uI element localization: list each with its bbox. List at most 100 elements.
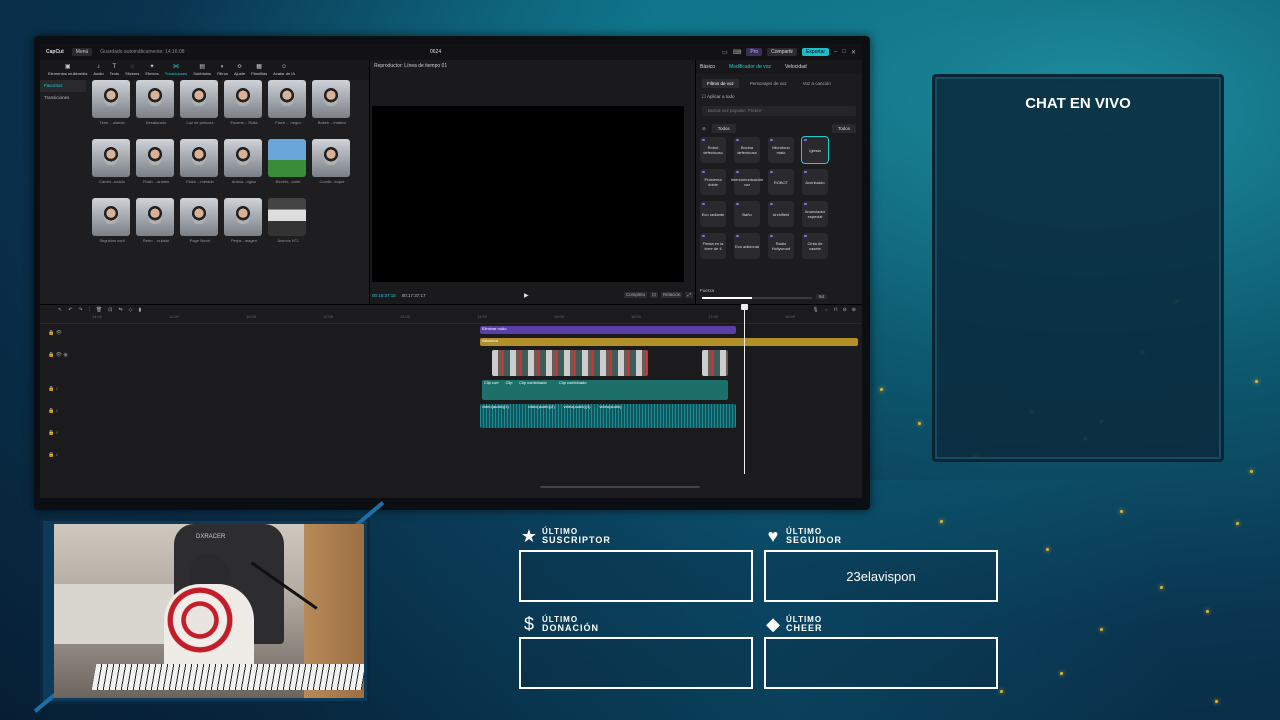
subtab-voice-characters[interactable]: Personajes de voz	[745, 79, 792, 88]
intensity-value[interactable]: 54	[816, 294, 828, 299]
effect-clip[interactable]: Eliminar ruido	[480, 326, 736, 334]
video-clip[interactable]	[492, 350, 648, 376]
voice-filter-item[interactable]: ROBOT	[768, 169, 794, 195]
media-tab[interactable]: ▦ Plantillas	[251, 64, 267, 76]
voice-filter-item[interactable]: Fiesta en la torre de 4	[700, 233, 726, 259]
crop-icon[interactable]: ⊡	[650, 292, 658, 298]
mirror-icon[interactable]: ⇋	[118, 307, 122, 313]
slider-track[interactable]	[702, 297, 812, 299]
marker-icon[interactable]: ▮	[139, 307, 142, 313]
voice-filter-item[interactable]: Robot defectuoso	[700, 137, 726, 163]
media-tab[interactable]: ♪ Audio	[93, 64, 103, 76]
media-tab[interactable]: ◐ Filtros	[217, 64, 228, 76]
magnet-icon[interactable]: ⊓	[834, 307, 838, 313]
voice-filter-item[interactable]: Micrófono malo	[768, 137, 794, 163]
track-lock-icon[interactable]: 🔒 👁	[48, 330, 62, 336]
media-tab[interactable]: ≎ Ajuste	[234, 64, 245, 76]
voice-filter-item[interactable]: Radio Hollywood	[768, 233, 794, 259]
zoom-in-icon[interactable]: ⊕	[852, 307, 856, 313]
transition-item[interactable]: Flash ...anales	[136, 139, 176, 184]
tab-speed[interactable]: Velocidad	[785, 64, 807, 70]
voice-filter-item[interactable]: Acentuado	[802, 169, 828, 195]
media-tab[interactable]: ◌ Stickers	[125, 64, 139, 76]
subtab-voice-to-song[interactable]: Voz a canción	[798, 79, 836, 88]
media-tab[interactable]: ✦ Efectos	[145, 64, 158, 76]
transition-item[interactable]: Luz de película	[180, 80, 220, 125]
transition-item[interactable]: Combi...toque	[312, 139, 352, 184]
voice-search-input[interactable]: Busca voz popular: 'Fiebre'	[702, 106, 856, 116]
undo-icon[interactable]: ↶	[68, 307, 72, 313]
media-tab[interactable]: ▤ Subtítulos	[193, 64, 211, 76]
voice-filter-item[interactable]: Archifield	[768, 201, 794, 227]
redo-icon[interactable]: ↷	[78, 307, 82, 313]
maximize-icon[interactable]: □	[842, 49, 846, 55]
subtab-voice-filters[interactable]: Filtros de voz	[702, 79, 739, 88]
transition-item[interactable]: Perps...magen	[224, 198, 264, 243]
transition-item[interactable]: Retro ...nulado	[136, 198, 176, 243]
media-tab[interactable]: ▣ Elementos multimedia	[48, 64, 87, 76]
audio-effect-clip[interactable]: Alfombra	[480, 338, 858, 346]
zoom-out-icon[interactable]: ⊖	[843, 307, 847, 313]
transition-item[interactable]: Escene... Rolla	[224, 80, 264, 125]
voice-filter-item[interactable]: Eco adicional	[734, 233, 760, 259]
filter-dropdown[interactable]: Todos	[831, 124, 856, 133]
tab-basic[interactable]: Básico	[700, 64, 715, 70]
track-lock-icon[interactable]: 🔒 👁 ◉	[48, 352, 68, 358]
media-left-item[interactable]: Transiciones	[40, 92, 86, 104]
transition-item[interactable]: Ánimos N°2	[268, 198, 308, 243]
player-screen[interactable]	[372, 106, 684, 282]
pro-button[interactable]: Pro	[746, 48, 763, 56]
voice-filter-item[interactable]: Iglesia	[801, 136, 829, 164]
delete-icon[interactable]: 🗑	[96, 307, 102, 313]
link-icon[interactable]: ⇔	[824, 307, 829, 313]
intensity-slider[interactable]: Fuerza 54	[700, 288, 858, 302]
microphone-icon[interactable]: 🎙	[812, 307, 818, 313]
layout-icon[interactable]: ▭	[722, 49, 728, 56]
full-quality-button[interactable]: Completo	[623, 292, 648, 298]
transition-item[interactable]: Desaturado	[136, 80, 176, 125]
transition-item[interactable]: Tirón ...ulando	[92, 80, 132, 125]
keyboard-icon[interactable]: ⌨	[733, 49, 742, 56]
minimize-icon[interactable]: –	[834, 49, 837, 55]
transition-item[interactable]: Anima...ógico	[224, 139, 264, 184]
tab-voice-modifier[interactable]: Modificador de voz	[729, 64, 771, 70]
play-icon[interactable]: ▶	[524, 292, 529, 299]
transition-item[interactable]: Flash ... negro	[268, 80, 308, 125]
voice-filter-item[interactable]: Baño	[734, 201, 760, 227]
track-mute-icon[interactable]: 🔒 ♪	[48, 452, 58, 458]
ratio-button[interactable]: Relación	[660, 292, 683, 298]
shape-icon[interactable]: ◇	[129, 307, 133, 313]
voice-filter-item[interactable]: Cinta de casete	[802, 233, 828, 259]
menu-button[interactable]: Menú	[71, 48, 93, 56]
crop-tool-icon[interactable]: ⊡	[108, 307, 112, 313]
transition-item[interactable]: Cambi...ozado	[92, 139, 132, 184]
none-icon[interactable]: ⊘	[702, 126, 706, 132]
select-tool-icon[interactable]: ↖	[58, 307, 62, 313]
transition-item[interactable]: Revelo...corte	[268, 139, 308, 184]
media-tab[interactable]: ⋈ Transiciones	[165, 64, 188, 76]
transition-item[interactable]: Page Novel	[180, 198, 220, 243]
transition-item[interactable]: Seguidos corti	[92, 198, 132, 243]
share-button[interactable]: Compartir	[767, 48, 798, 56]
voice-filter-item[interactable]: Problema doble	[700, 169, 726, 195]
video-clip[interactable]	[702, 350, 728, 376]
track-mute-icon[interactable]: 🔒 ♪	[48, 408, 58, 414]
voice-filter-item[interactable]: Anunciador especial	[802, 201, 828, 227]
combined-clip-track[interactable]: Clip corr Clip Clip combinado Clip combi…	[482, 380, 728, 400]
track-mute-icon[interactable]: 🔒 ♪	[48, 386, 58, 392]
playhead[interactable]	[741, 304, 748, 474]
export-button[interactable]: Exportar	[802, 48, 829, 56]
voice-filter-item[interactable]: Eco radiante	[700, 201, 726, 227]
voice-filter-item[interactable]: Intercomunicación voz	[731, 169, 763, 195]
media-tab[interactable]: T Texto	[110, 64, 120, 76]
transition-item[interactable]: Bokeh ...imático	[312, 80, 352, 125]
voice-filter-item[interactable]: Bocina defectuosa	[734, 137, 760, 163]
timeline-scrollbar[interactable]	[540, 486, 700, 488]
media-left-item[interactable]: Favoritos	[40, 80, 86, 92]
filter-all-chip[interactable]: Todos	[711, 124, 736, 133]
transition-item[interactable]: Flash ...metado	[180, 139, 220, 184]
fullscreen-icon[interactable]: ⤢	[685, 292, 693, 298]
track-mute-icon[interactable]: 🔒 ♪	[48, 430, 58, 436]
apply-all-checkbox[interactable]: ☐ Aplicar a todo	[696, 90, 862, 104]
media-tab[interactable]: ☺ Avatar de IA	[273, 64, 295, 76]
